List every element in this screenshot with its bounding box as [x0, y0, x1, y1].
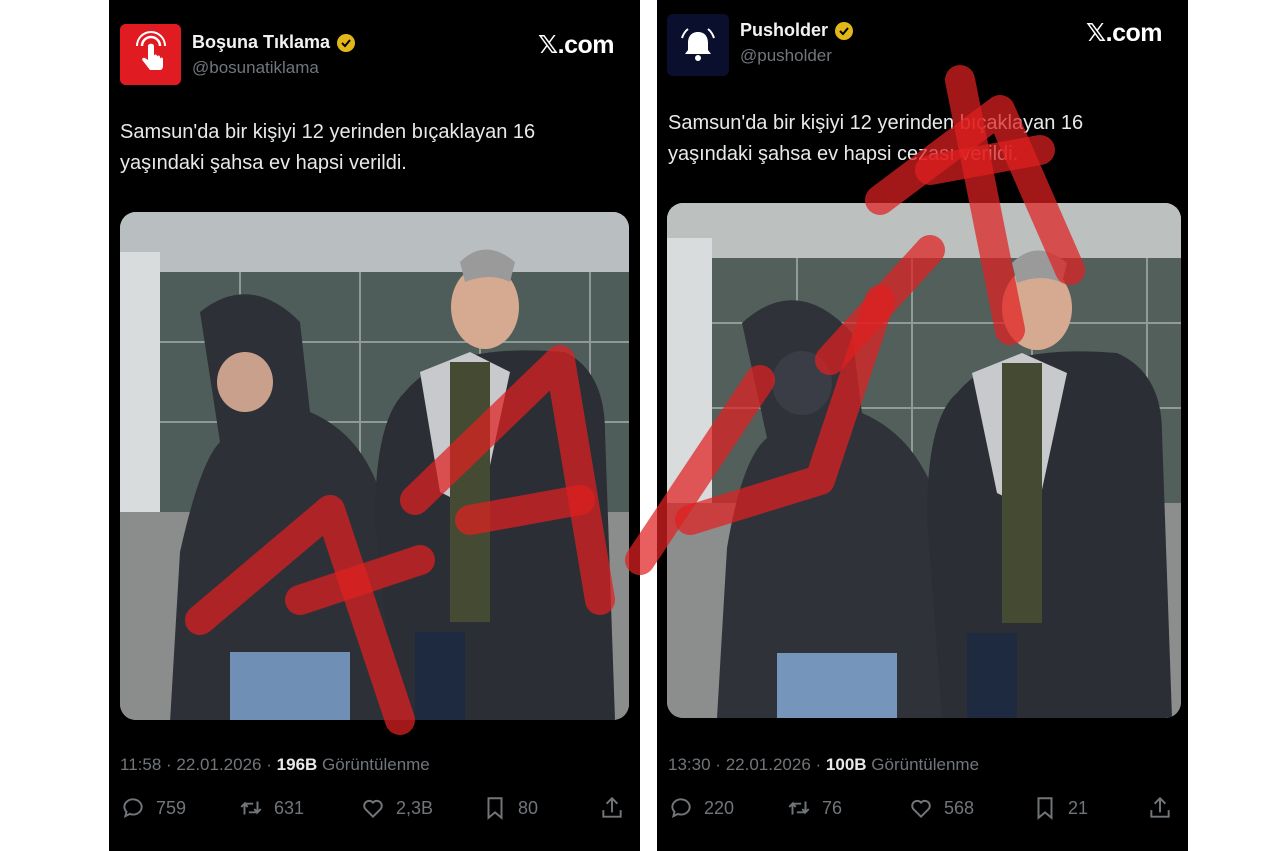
share-button[interactable]	[599, 795, 625, 821]
like-button[interactable]: 2,3B	[360, 795, 433, 821]
reply-button[interactable]: 759	[120, 795, 186, 821]
views-label: Görüntülenme	[322, 755, 430, 774]
action-bar: 759 631 2,3B 80	[120, 795, 625, 827]
tweet-meta: 11:58 · 22.01.2026 · 196B Görüntülenme	[120, 755, 430, 775]
tweet-card-pusholder: Pusholder @pusholder 𝕏.com Samsun'da bir…	[657, 0, 1188, 851]
share-icon	[1150, 796, 1170, 818]
like-count: 568	[944, 797, 975, 818]
site-logo: 𝕏.com	[1086, 19, 1163, 47]
view-count: 100B	[825, 755, 867, 774]
bookmark-button[interactable]: 80	[482, 795, 538, 821]
views-label: Görüntülenme	[871, 755, 980, 774]
heart-icon	[363, 799, 383, 819]
display-name[interactable]: Pusholder	[740, 20, 828, 41]
bookmark-icon	[1037, 797, 1053, 820]
reply-count: 759	[156, 797, 187, 818]
bookmark-button[interactable]: 21	[1032, 795, 1088, 821]
action-bar: 220 76 568 21	[668, 795, 1173, 827]
reply-count: 220	[704, 797, 735, 818]
tweet-photo[interactable]	[120, 212, 629, 720]
reply-icon	[671, 798, 691, 818]
tweet-date[interactable]: 22.01.2026	[176, 755, 261, 774]
photo-image	[667, 203, 1181, 718]
share-button[interactable]	[1147, 795, 1173, 821]
avatar[interactable]	[667, 14, 729, 76]
repost-icon	[240, 801, 262, 815]
site-logo: 𝕏.com	[538, 31, 615, 59]
avatar[interactable]	[120, 24, 181, 85]
meta-separator: ·	[815, 755, 822, 774]
repost-button[interactable]: 76	[786, 795, 842, 821]
repost-count: 76	[822, 797, 843, 818]
tweet-meta: 13:30 · 22.01.2026 · 100B Görüntülenme	[668, 755, 979, 775]
repost-icon	[788, 801, 810, 815]
tap-finger-icon	[120, 24, 181, 85]
tweet-card-bosunatiklama: Boşuna Tıklama @bosunatiklama 𝕏.com Sams…	[109, 0, 640, 851]
view-count: 196B	[276, 755, 318, 774]
meta-separator: ·	[166, 755, 172, 774]
tweet-text: Samsun'da bir kişiyi 12 yerinden bıçakla…	[668, 112, 1084, 165]
bookmark-icon	[487, 797, 503, 820]
share-icon	[602, 796, 622, 818]
tweet-date[interactable]: 22.01.2026	[726, 755, 811, 774]
repost-count: 631	[274, 797, 305, 818]
bookmark-count: 80	[518, 797, 539, 818]
verified-badge-icon	[337, 33, 356, 52]
meta-separator: ·	[266, 755, 272, 774]
reply-button[interactable]: 220	[668, 795, 734, 821]
like-count: 2,3B	[396, 797, 434, 818]
like-button[interactable]: 568	[908, 795, 974, 821]
verified-badge-icon	[835, 21, 854, 40]
tweet-photo[interactable]	[667, 203, 1181, 718]
repost-button[interactable]: 631	[238, 795, 304, 821]
tweet-text: Samsun'da bir kişiyi 12 yerinden bıçakla…	[120, 121, 536, 174]
reply-icon	[123, 798, 143, 818]
tweet-time[interactable]: 13:30	[668, 755, 711, 774]
photo-image	[120, 212, 629, 720]
tweet-time[interactable]: 11:58	[120, 755, 161, 774]
display-name[interactable]: Boşuna Tıklama	[192, 32, 330, 53]
heart-icon	[911, 799, 931, 819]
meta-separator: ·	[715, 755, 721, 774]
handle[interactable]: @bosunatiklama	[192, 58, 319, 78]
bell-icon	[667, 14, 729, 76]
handle[interactable]: @pusholder	[740, 46, 832, 66]
bookmark-count: 21	[1068, 797, 1089, 818]
